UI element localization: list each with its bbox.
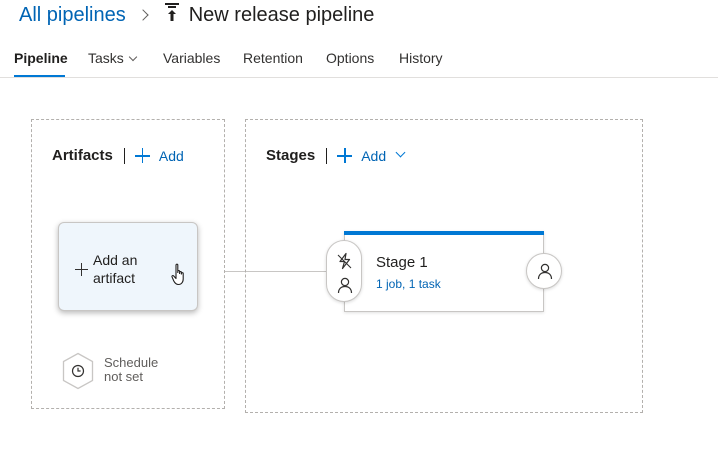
person-approvers-icon (537, 263, 553, 280)
tab-retention[interactable]: Retention (243, 50, 303, 66)
plus-icon (134, 148, 150, 163)
stage-accent-bar (344, 231, 544, 235)
tab-variables[interactable]: Variables (163, 50, 220, 66)
release-pipeline-icon (164, 3, 179, 21)
all-pipelines-link[interactable]: All pipelines (19, 4, 126, 27)
tab-options[interactable]: Options (326, 50, 374, 66)
add-artifact-card[interactable]: Add an artifact (58, 222, 198, 311)
add-stage-label: Add (361, 147, 387, 164)
add-stage-button[interactable]: Add (337, 147, 406, 164)
lightning-trigger-icon[interactable] (336, 252, 354, 270)
plus-icon (337, 148, 353, 163)
stage-job-summary[interactable]: 1 job, 1 task (376, 277, 441, 291)
active-tab-indicator (14, 75, 65, 77)
divider (123, 147, 125, 164)
add-artifact-button[interactable]: Add (134, 147, 184, 164)
artifacts-title: Artifacts (52, 147, 113, 164)
chevron-down-icon (128, 52, 138, 62)
chevron-down-icon (395, 147, 406, 158)
breadcrumb: All pipelines New release pipeline (19, 2, 374, 28)
tab-tasks-label: Tasks (88, 50, 124, 66)
hand-cursor-icon (171, 263, 184, 286)
divider (326, 147, 328, 164)
add-artifact-label: Add (158, 147, 184, 164)
stage-card[interactable]: Stage 1 1 job, 1 task (344, 231, 544, 312)
artifacts-header: Artifacts Add (52, 147, 184, 164)
tab-tasks[interactable]: Tasks (88, 50, 138, 66)
page-title: New release pipeline (188, 3, 375, 26)
person-approvers-icon[interactable] (336, 276, 354, 294)
pre-deployment-conditions (326, 240, 362, 302)
post-deployment-conditions[interactable] (526, 253, 562, 289)
tab-bar: Pipeline Tasks Variables Retention Optio… (0, 38, 718, 78)
add-artifact-card-label: Add an artifact (93, 252, 138, 286)
stage-name[interactable]: Stage 1 (376, 254, 428, 271)
tab-pipeline[interactable]: Pipeline (14, 50, 68, 66)
stages-title: Stages (266, 147, 316, 164)
schedule-status[interactable]: Schedule not set (104, 356, 174, 384)
plus-icon (75, 263, 88, 276)
stages-header: Stages Add (266, 147, 406, 164)
chevron-right-icon (137, 9, 149, 21)
schedule-icon[interactable] (61, 352, 95, 390)
tab-history[interactable]: History (399, 50, 443, 66)
